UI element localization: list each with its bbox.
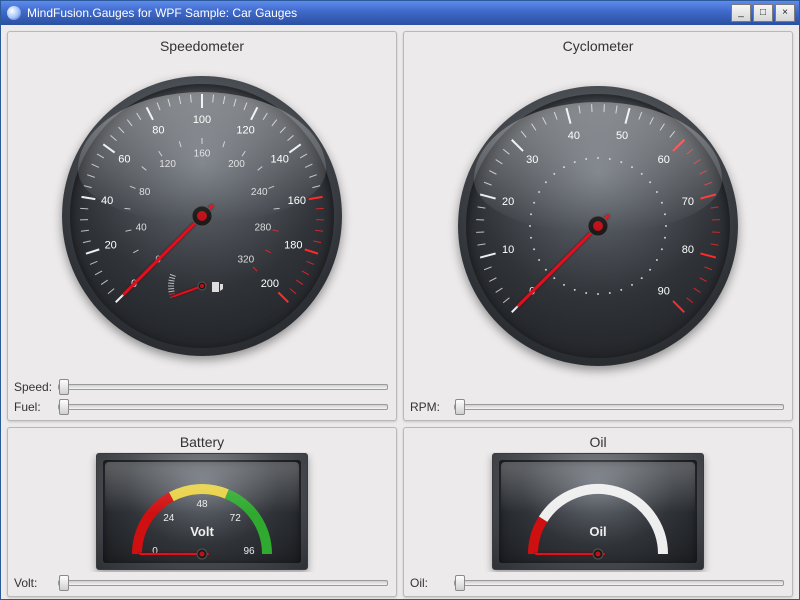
panel-title-battery: Battery	[14, 432, 390, 452]
slider-row-volt: Volt:	[14, 574, 390, 592]
svg-text:160: 160	[194, 148, 211, 159]
svg-text:100: 100	[193, 114, 211, 126]
fuel-label: Fuel:	[14, 400, 52, 414]
svg-text:140: 140	[270, 153, 288, 165]
svg-text:0: 0	[152, 546, 158, 557]
battery-gauge: 0 24 48 72 96 Volt	[96, 453, 308, 570]
volt-label: Volt:	[14, 576, 52, 590]
window-title: MindFusion.Gauges for WPF Sample: Car Ga…	[27, 6, 729, 20]
svg-text:20: 20	[105, 239, 117, 251]
slider-row-speed: Speed:	[14, 378, 390, 396]
svg-text:20: 20	[502, 196, 514, 208]
fuel-slider[interactable]	[58, 404, 388, 410]
app-window: MindFusion.Gauges for WPF Sample: Car Ga…	[0, 0, 800, 600]
svg-text:80: 80	[152, 124, 164, 136]
maximize-button[interactable]: □	[753, 4, 773, 22]
svg-text:70: 70	[682, 196, 694, 208]
svg-text:280: 280	[254, 223, 271, 234]
svg-text:120: 120	[159, 159, 176, 170]
svg-text:40: 40	[101, 195, 113, 207]
svg-text:50: 50	[616, 130, 628, 142]
svg-text:60: 60	[118, 153, 130, 165]
panel-battery: Battery 0 24 48 72 96 Volt Volt:	[7, 427, 397, 597]
svg-text:120: 120	[236, 124, 254, 136]
speedometer-gauge: 0204060801001201401601802000408012016020…	[62, 76, 342, 356]
svg-text:96: 96	[243, 546, 255, 557]
panel-title-oil: Oil	[410, 432, 786, 452]
gauge-holder-oil: Oil	[410, 452, 786, 572]
svg-text:72: 72	[230, 513, 242, 524]
svg-text:240: 240	[251, 187, 268, 198]
svg-text:160: 160	[288, 195, 306, 207]
volt-slider[interactable]	[58, 580, 388, 586]
svg-text:30: 30	[526, 154, 538, 166]
svg-text:200: 200	[228, 159, 245, 170]
gauge-holder-battery: 0 24 48 72 96 Volt	[14, 452, 390, 572]
panel-oil: Oil Oil Oil:	[403, 427, 793, 597]
svg-text:320: 320	[237, 254, 254, 265]
oil-slider[interactable]	[454, 580, 784, 586]
rpm-slider[interactable]	[454, 404, 784, 410]
oil-gauge: Oil	[492, 453, 704, 570]
svg-text:200: 200	[261, 278, 279, 290]
content-grid: Speedometer 0 20 40 60 80 100 120 140 160 180 200 0…	[1, 25, 799, 599]
slider-row-oil: Oil:	[410, 574, 786, 592]
oil-label: Oil:	[410, 576, 448, 590]
slider-row-fuel: Fuel:	[14, 398, 390, 416]
svg-text:10: 10	[502, 244, 514, 256]
svg-text:80: 80	[139, 187, 151, 198]
close-button[interactable]: ×	[775, 4, 795, 22]
svg-text:48: 48	[196, 499, 208, 510]
svg-text:24: 24	[163, 513, 175, 524]
rpm-label: RPM:	[410, 400, 448, 414]
panel-title-speedometer: Speedometer	[14, 36, 390, 56]
title-bar: MindFusion.Gauges for WPF Sample: Car Ga…	[1, 1, 799, 25]
speed-label: Speed:	[14, 380, 52, 394]
slider-row-rpm: RPM:	[410, 398, 786, 416]
svg-text:80: 80	[682, 244, 694, 256]
svg-text:60: 60	[658, 154, 670, 166]
speed-slider[interactable]	[58, 384, 388, 390]
panel-title-cyclometer: Cyclometer	[410, 36, 786, 56]
gauge-holder-cyclometer: 0102030405060708090	[410, 56, 786, 396]
svg-text:90: 90	[658, 286, 670, 298]
panel-speedometer: Speedometer 0204060801001201401601802000…	[7, 31, 397, 421]
svg-text:40: 40	[136, 223, 148, 234]
svg-text:Volt: Volt	[190, 524, 214, 539]
svg-text:Oil: Oil	[589, 524, 606, 539]
svg-text:40: 40	[568, 130, 580, 142]
minimize-button[interactable]: _	[731, 4, 751, 22]
app-icon	[7, 6, 21, 20]
panel-cyclometer: Cyclometer 0102030405060708090 RPM:	[403, 31, 793, 421]
cyclometer-gauge: 0102030405060708090	[458, 86, 738, 366]
gauge-holder-speedometer: 0204060801001201401601802000408012016020…	[14, 56, 390, 376]
svg-text:180: 180	[284, 239, 302, 251]
